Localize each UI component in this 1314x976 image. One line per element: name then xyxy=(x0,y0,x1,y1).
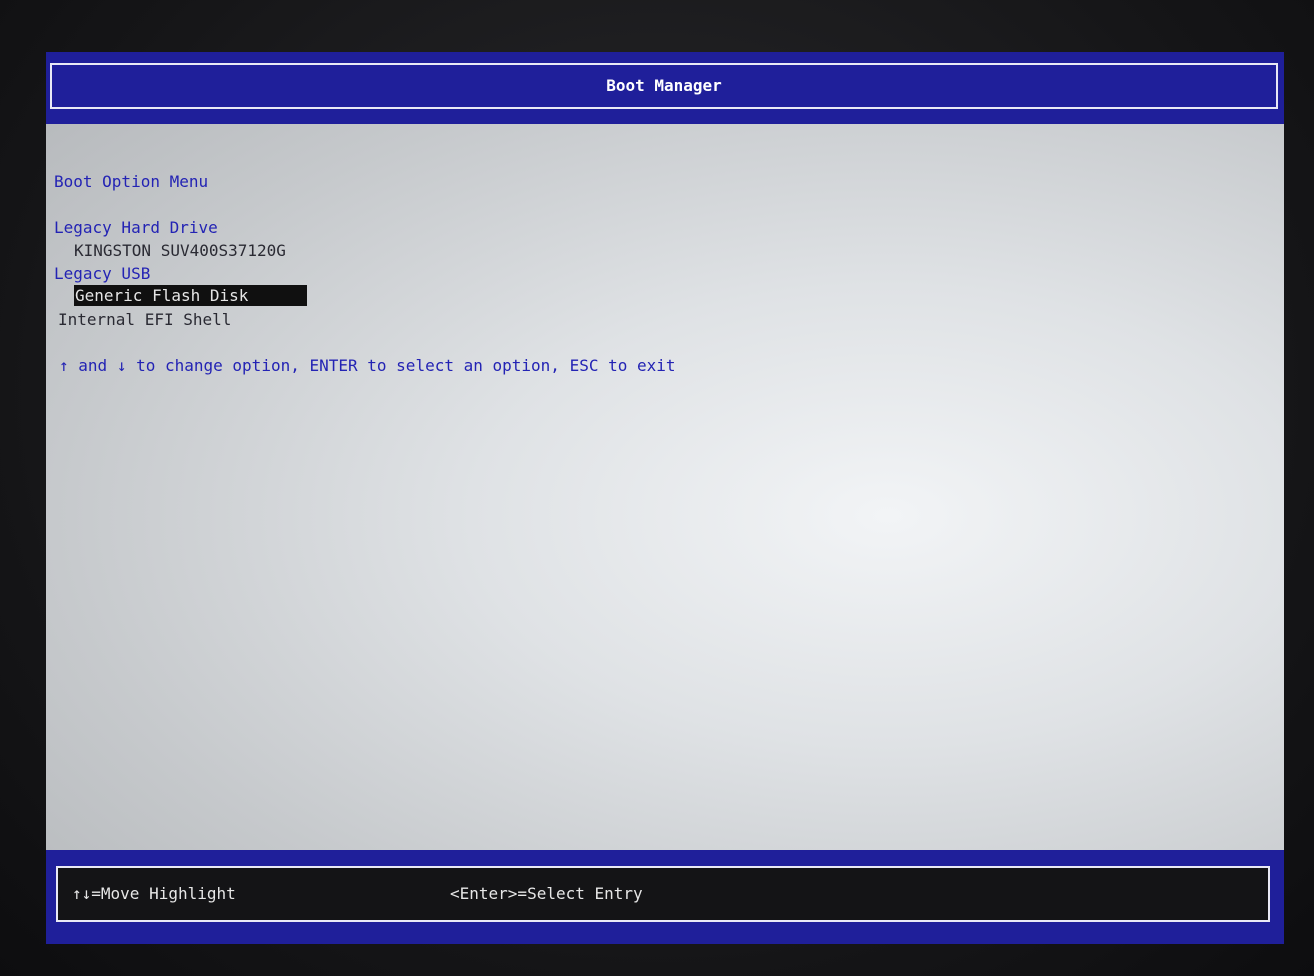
footer-bar: ↑↓=Move Highlight <Enter>=Select Entry xyxy=(46,850,1284,944)
help-text: ↑ and ↓ to change option, ENTER to selec… xyxy=(59,354,676,377)
boot-option-internal-efi-shell[interactable]: Internal EFI Shell xyxy=(58,308,231,331)
help-instructions: to change option, ENTER to select an opt… xyxy=(126,356,676,375)
bios-screen: Boot Manager Boot Option Menu Legacy Har… xyxy=(46,52,1284,944)
help-and: and xyxy=(68,356,117,375)
down-arrow-icon: ↓ xyxy=(116,356,127,375)
move-highlight-hint: ↑↓=Move Highlight xyxy=(72,884,236,903)
header-bar: Boot Manager xyxy=(46,52,1284,124)
header-frame: Boot Manager xyxy=(50,63,1278,109)
menu-title: Boot Option Menu xyxy=(54,172,209,191)
category-legacy-usb: Legacy USB xyxy=(54,264,151,283)
up-arrow-icon: ↑ xyxy=(59,356,69,375)
page-title: Boot Manager xyxy=(606,76,722,95)
boot-option-generic-flash-disk[interactable]: Generic Flash Disk xyxy=(74,285,307,306)
footer-frame: ↑↓=Move Highlight <Enter>=Select Entry xyxy=(56,866,1270,922)
boot-option-kingston-ssd[interactable]: KINGSTON SUV400S37120G xyxy=(74,239,286,262)
category-legacy-hard-drive: Legacy Hard Drive xyxy=(54,218,218,237)
select-entry-hint: <Enter>=Select Entry xyxy=(450,884,643,903)
